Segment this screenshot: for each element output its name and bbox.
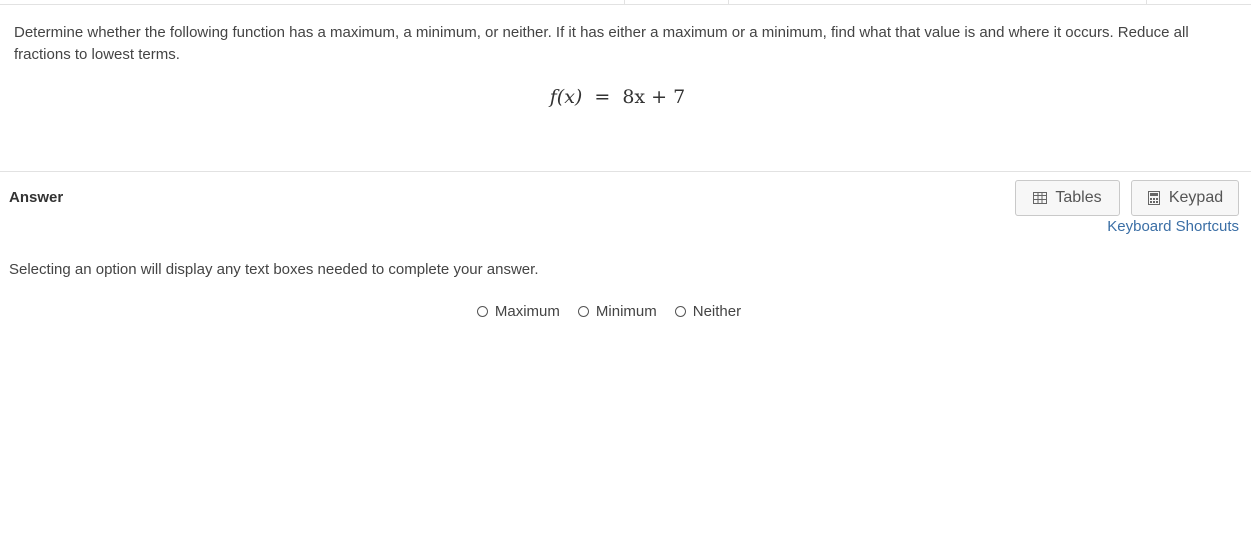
question-page: Determine whether the following function… — [0, 0, 1253, 543]
tables-button-label: Tables — [1055, 189, 1102, 206]
formula-lhs: f(x) — [549, 86, 583, 108]
option-neither-label: Neither — [692, 303, 742, 320]
tab-divider — [728, 0, 729, 5]
calculator-icon — [1147, 191, 1161, 205]
tab-divider — [624, 0, 625, 5]
question-text: Determine whether the following function… — [14, 24, 1189, 63]
keypad-button-label: Keypad — [1168, 189, 1224, 206]
keyboard-shortcuts-link[interactable]: Keyboard Shortcuts — [1107, 218, 1239, 235]
option-minimum-label: Minimum — [595, 303, 657, 320]
radio-maximum[interactable] — [476, 306, 488, 317]
function-formula: f(x) = 8x + 7 — [0, 86, 1235, 108]
answer-heading: Answer — [9, 189, 64, 206]
option-maximum-label: Maximum — [494, 303, 560, 320]
answer-instructions: Selecting an option will display any tex… — [9, 261, 539, 278]
table-icon — [1033, 191, 1048, 205]
option-minimum[interactable]: Minimum — [577, 303, 657, 320]
formula-equals: = — [594, 86, 611, 108]
formula-rhs: 8x + 7 — [622, 86, 686, 108]
tables-button[interactable]: Tables — [1015, 180, 1120, 216]
top-tab-strip — [0, 0, 1251, 5]
section-divider — [0, 171, 1251, 172]
answer-options: Maximum Minimum Neither — [0, 303, 1218, 320]
tab-divider — [1146, 0, 1147, 5]
option-maximum[interactable]: Maximum — [476, 303, 560, 320]
keypad-button[interactable]: Keypad — [1131, 180, 1239, 216]
radio-neither[interactable] — [674, 306, 686, 317]
radio-minimum[interactable] — [577, 306, 589, 317]
option-neither[interactable]: Neither — [674, 303, 742, 320]
